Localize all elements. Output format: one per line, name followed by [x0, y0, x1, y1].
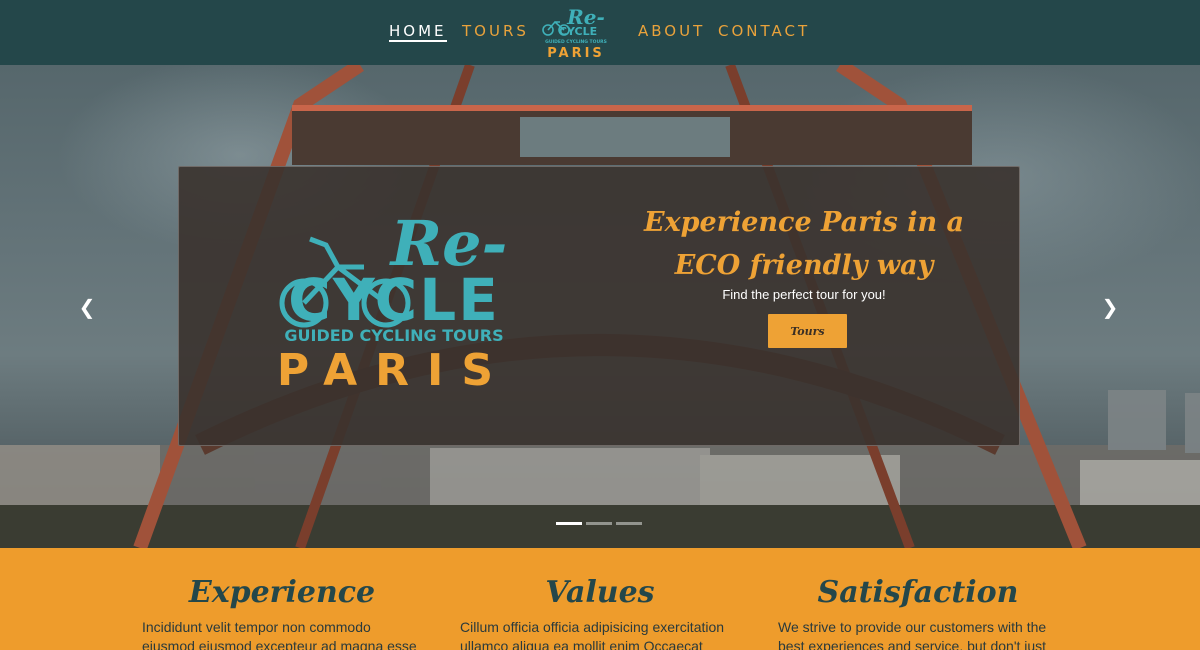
carousel-indicator-3[interactable] — [616, 522, 642, 525]
nav-home-link[interactable]: HOME — [389, 22, 447, 42]
logo-paris: PARIS — [277, 345, 511, 396]
chevron-left-icon[interactable]: ❮ — [77, 297, 97, 317]
feature-experience: Experience Incididunt velit tempor non c… — [142, 574, 422, 650]
carousel-indicators — [556, 522, 646, 528]
feature-title: Satisfaction — [817, 575, 1019, 610]
nav-logo-paris: PARIS — [547, 46, 605, 61]
nav-contact-link[interactable]: CONTACT — [718, 22, 810, 42]
feature-text: We strive to provide our customers with … — [778, 619, 1047, 650]
hero-subline: Find the perfect tour for you! — [722, 287, 886, 302]
features-section: Experience Incididunt velit tempor non c… — [0, 548, 1200, 650]
feature-satisfaction: Satisfaction We strive to provide our cu… — [778, 574, 1058, 650]
feature-title: Values — [545, 575, 655, 610]
navbar: HOME TOURS Re- CYCLE GUIDED CYCLING TOUR… — [0, 0, 1200, 65]
tower-platform — [292, 105, 972, 165]
carousel-indicator-2[interactable] — [586, 522, 612, 525]
feature-text: Cillum officia officia adipisicing exerc… — [460, 619, 725, 650]
recycle-logo: Re- CYCLE GUIDED CYCLING TOURS PARIS — [277, 207, 511, 396]
chevron-right-icon[interactable]: ❯ — [1100, 297, 1120, 317]
feature-values: Values Cillum officia officia adipisicin… — [460, 574, 740, 650]
logo-tagline: GUIDED CYCLING TOURS — [284, 326, 503, 345]
nav-tours-link[interactable]: TOURS — [462, 22, 529, 42]
carousel-indicator-1[interactable] — [556, 522, 582, 525]
nav-about-link[interactable]: ABOUT — [638, 22, 705, 42]
nav-logo-cycle: CYCLE — [559, 25, 597, 38]
nav-logo-tagline: GUIDED CYCLING TOURS — [545, 39, 607, 45]
feature-text: Incididunt velit tempor non commodo eius… — [142, 619, 417, 650]
logo-cycle: CYCLE — [288, 266, 500, 334]
tours-button[interactable]: Tours — [768, 314, 847, 348]
hero-carousel: Re- CYCLE GUIDED CYCLING TOURS PARIS Exp… — [0, 65, 1200, 548]
hero-headline: Experience Paris in a ECO friendly way — [644, 207, 964, 281]
nav-logo[interactable]: Re- CYCLE GUIDED CYCLING TOURS PARIS — [538, 2, 614, 62]
feature-title: Experience — [188, 575, 376, 610]
hero-caption: Re- CYCLE GUIDED CYCLING TOURS PARIS Exp… — [178, 166, 1020, 446]
